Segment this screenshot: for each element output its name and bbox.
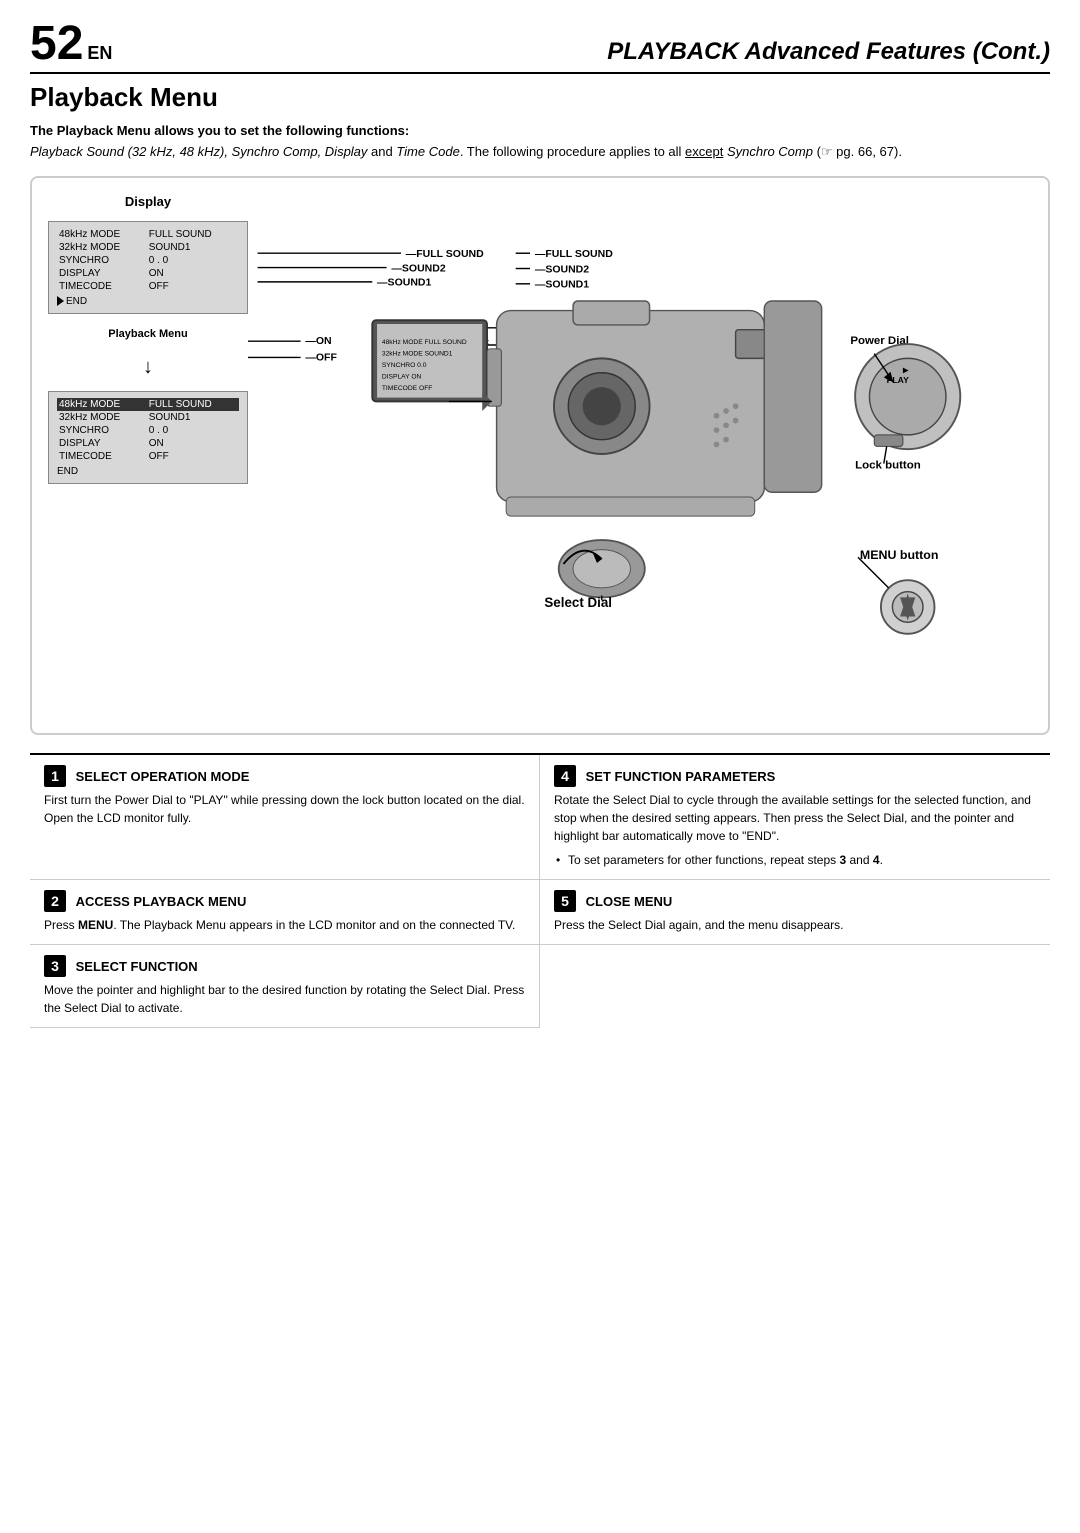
step-3-body: Move the pointer and highlight bar to th…	[44, 981, 525, 1017]
svg-text:—OFF: —OFF	[305, 351, 337, 363]
menu-screen-top: 48kHz MODEFULL SOUND 32kHz MODESOUND1 SY…	[48, 221, 248, 314]
step-1: 1 SELECT OPERATION MODE First turn the P…	[30, 755, 540, 880]
page-en-suffix: EN	[87, 43, 112, 64]
diagram-svg: —FULL SOUND —SOUND2 —SOUND1 —FULL SOUND …	[248, 194, 1032, 714]
page-number: 52	[30, 20, 83, 68]
svg-text:SYNCHRO 0.0: SYNCHRO 0.0	[382, 361, 427, 368]
step-2-title: ACCESS PLAYBACK MENU	[76, 894, 247, 909]
svg-text:TIMECODE OFF: TIMECODE OFF	[382, 384, 433, 391]
step-5-header: 5 CLOSE MENU	[554, 890, 1036, 912]
end-label-top: END	[57, 296, 239, 307]
step-4-body: Rotate the Select Dial to cycle through …	[554, 791, 1036, 845]
svg-text:—SOUND1: —SOUND1	[535, 278, 589, 290]
section-title: Playback Menu	[30, 82, 1050, 113]
svg-text:DISPLAY ON: DISPLAY ON	[382, 373, 422, 380]
step-3: 3 SELECT FUNCTION Move the pointer and h…	[30, 945, 540, 1028]
svg-text:32kHz MODE SOUND1: 32kHz MODE SOUND1	[382, 350, 453, 357]
steps-grid: 1 SELECT OPERATION MODE First turn the P…	[30, 753, 1050, 1028]
step-1-title: SELECT OPERATION MODE	[76, 769, 250, 784]
step-1-header: 1 SELECT OPERATION MODE	[44, 765, 525, 787]
display-label: Display	[48, 194, 248, 209]
step-3-header: 3 SELECT FUNCTION	[44, 955, 525, 977]
svg-text:—FULL SOUND: —FULL SOUND	[406, 248, 484, 260]
step-2: 2 ACCESS PLAYBACK MENU Press MENU. The P…	[30, 880, 540, 945]
step-1-body: First turn the Power Dial to "PLAY" whil…	[44, 791, 525, 827]
step-5-number: 5	[554, 890, 576, 912]
step-4-header: 4 SET FUNCTION PARAMETERS	[554, 765, 1036, 787]
step-4-number: 4	[554, 765, 576, 787]
end-label-bottom: END	[57, 466, 239, 477]
svg-text:48kHz MODE FULL SOUND: 48kHz MODE FULL SOUND	[382, 339, 467, 346]
step-5-title: CLOSE MENU	[586, 894, 673, 909]
step-2-number: 2	[44, 890, 66, 912]
step-5: 5 CLOSE MENU Press the Select Dial again…	[540, 880, 1050, 945]
playback-menu-label: Playback Menu	[48, 328, 248, 340]
step-5-body: Press the Select Dial again, and the men…	[554, 916, 1036, 934]
svg-text:—SOUND1: —SOUND1	[377, 276, 431, 288]
left-menus: Display 48kHz MODEFULL SOUND 32kHz MODES…	[48, 194, 248, 717]
camera-diagram-area: —FULL SOUND —SOUND2 —SOUND1 —FULL SOUND …	[248, 194, 1032, 717]
svg-text:—SOUND2: —SOUND2	[535, 263, 589, 275]
svg-text:MENU button: MENU button	[860, 548, 939, 562]
diagram-box: Display 48kHz MODEFULL SOUND 32kHz MODES…	[30, 176, 1050, 735]
svg-text:—SOUND2: —SOUND2	[391, 262, 445, 274]
end-triangle	[57, 296, 64, 306]
step-4-bullet: To set parameters for other functions, r…	[554, 851, 1036, 869]
svg-text:Lock button: Lock button	[855, 459, 921, 471]
step-4: 4 SET FUNCTION PARAMETERS Rotate the Sel…	[540, 755, 1050, 880]
svg-text:—ON: —ON	[305, 335, 331, 347]
page-header: 52 EN PLAYBACK Advanced Features (Cont.)	[30, 20, 1050, 74]
intro-bold: The Playback Menu allows you to set the …	[30, 123, 1050, 138]
step-4-title: SET FUNCTION PARAMETERS	[586, 769, 776, 784]
step-3-title: SELECT FUNCTION	[76, 959, 198, 974]
step-2-header: 2 ACCESS PLAYBACK MENU	[44, 890, 525, 912]
step-1-number: 1	[44, 765, 66, 787]
menu-screen-bottom: 48kHz MODEFULL SOUND 32kHz MODESOUND1 SY…	[48, 391, 248, 484]
svg-text:—FULL SOUND: —FULL SOUND	[535, 248, 613, 260]
step-2-body: Press MENU. The Playback Menu appears in…	[44, 916, 525, 934]
step-3-number: 3	[44, 955, 66, 977]
arrow-down: ↓	[48, 356, 248, 379]
intro-text: Playback Sound (32 kHz, 48 kHz), Synchro…	[30, 142, 1050, 162]
page-title: PLAYBACK Advanced Features (Cont.)	[607, 38, 1050, 66]
